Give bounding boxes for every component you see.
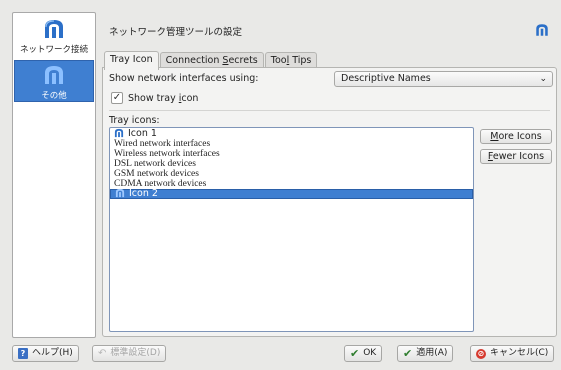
more-icons-button[interactable]: More Icons: [480, 129, 552, 144]
cancel-button[interactable]: ⊘ キャンセル(C): [470, 345, 555, 362]
button-label: 標準設定(D): [110, 348, 161, 358]
select-value: Descriptive Names: [341, 73, 431, 84]
network-manager-icon: [115, 188, 125, 201]
divider: [109, 110, 550, 111]
sidebar-item-network-connections[interactable]: ネットワーク接続: [14, 15, 94, 55]
show-tray-icon-checkbox[interactable]: ✓ Show tray icon: [111, 92, 198, 104]
tab-label: Too: [270, 55, 287, 66]
undo-icon: ↶: [98, 348, 107, 359]
check-icon: ✔: [350, 347, 360, 360]
chevron-down-icon: ⌄: [539, 74, 547, 84]
show-using-label: Show network interfaces using:: [109, 73, 259, 84]
tray-icon-panel: Show network interfaces using: Descripti…: [102, 67, 557, 337]
tab-label: ecrets: [228, 55, 258, 66]
sidebar-item-other[interactable]: その他: [14, 60, 94, 102]
list-item[interactable]: Wired network interfaces: [110, 139, 473, 149]
check-icon: ✔: [403, 347, 413, 360]
network-manager-icon: [43, 18, 65, 40]
tab-label: Tray Icon: [110, 54, 153, 65]
list-item[interactable]: GSM network devices: [110, 169, 473, 179]
help-button[interactable]: ? ヘルプ(H): [12, 345, 79, 362]
apply-button[interactable]: ✔ 適用(A): [397, 345, 454, 362]
list-item[interactable]: CDMA network devices: [110, 179, 473, 189]
list-item[interactable]: Wireless network interfaces: [110, 149, 473, 159]
tray-icons-list[interactable]: Icon 1 Wired network interfaces Wireless…: [109, 127, 474, 332]
sidebar-item-label: その他: [41, 91, 67, 101]
checkbox-label: Show tray icon: [128, 92, 199, 104]
tab-label: Connection: [165, 55, 223, 66]
button-label: ヘルプ(H): [32, 348, 73, 358]
cancel-icon: ⊘: [476, 348, 486, 359]
tab-label: Tips: [289, 55, 312, 66]
defaults-button[interactable]: ↶ 標準設定(D): [92, 345, 167, 362]
network-manager-icon: [535, 23, 549, 37]
page-title: ネットワーク管理ツールの設定: [109, 27, 243, 38]
tab-tray-icon[interactable]: Tray Icon: [104, 51, 159, 70]
list-item-label: Icon 1: [128, 128, 157, 139]
button-label: 適用(A): [416, 348, 448, 358]
network-manager-icon: [43, 64, 65, 86]
list-item-icon-1[interactable]: Icon 1: [110, 128, 473, 139]
list-item-icon-2[interactable]: Icon 2: [110, 188, 473, 201]
tray-icons-label: Tray icons:: [109, 115, 160, 126]
list-item-label: Icon 2: [129, 188, 158, 199]
help-book-icon: ?: [18, 348, 28, 359]
category-sidebar: ネットワーク接続 その他: [12, 12, 96, 338]
fewer-icons-button[interactable]: Fewer Icons: [480, 149, 552, 164]
sidebar-item-label: ネットワーク接続: [19, 45, 88, 55]
button-label: キャンセル(C): [490, 348, 549, 358]
checkbox-check-icon[interactable]: ✓: [111, 92, 123, 104]
list-item[interactable]: DSL network devices: [110, 159, 473, 169]
ok-button[interactable]: ✔ OK: [344, 345, 383, 362]
interface-naming-select[interactable]: Descriptive Names ⌄: [334, 71, 553, 87]
button-label: OK: [363, 348, 377, 358]
